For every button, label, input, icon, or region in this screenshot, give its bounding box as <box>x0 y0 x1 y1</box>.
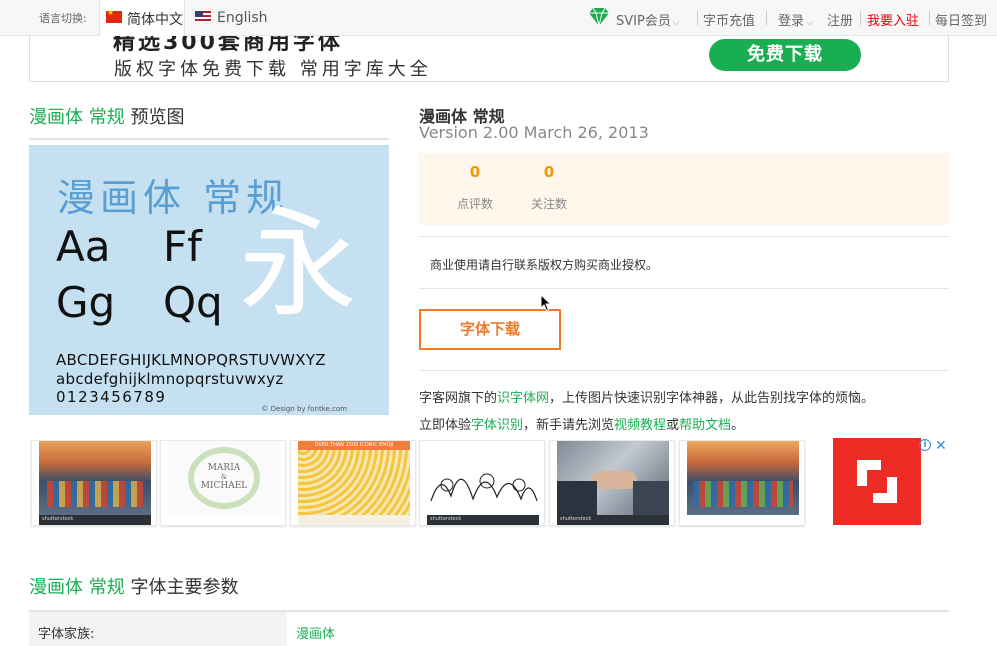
ad-strip: shutterstock MARIA & MICHAEL OVER THAN 1… <box>29 438 949 530</box>
preview-glyph-gg: Gg <box>56 278 116 327</box>
language-switch-label: 语言切换: <box>39 12 87 25</box>
follows-stat[interactable]: 0 关注数 <box>519 163 579 212</box>
china-flag-icon <box>106 8 122 23</box>
param-value-link[interactable]: 漫画体 <box>296 623 335 642</box>
font-preview-image: 漫画体 常规 Aa Ff Gg Qq 永 ABCDEFGHIJKLMNOPQRS… <box>29 145 389 415</box>
ad-image-wedding[interactable]: MARIA & MICHAEL <box>160 440 286 526</box>
preview-lowercase: abcdefghijklmnopqrstuvwxyz <box>56 370 284 388</box>
coin-recharge-link[interactable]: 字币充值 <box>703 10 755 29</box>
register-link[interactable]: 注册 <box>827 10 853 29</box>
param-row-family: 字体家族: 漫画体 <box>29 612 949 646</box>
preview-section-title: 漫画体 常规 预览图 <box>29 107 185 128</box>
login-link[interactable]: 登录 ⌵ <box>778 10 813 29</box>
divider <box>419 288 949 289</box>
stats-panel: 0 点评数 0 关注数 <box>419 153 949 225</box>
top-bar: 语言切换: 简体中文 English SVIP会员⌵ 字币充值 登录⌵ 注册 我… <box>0 0 997 36</box>
preview-uppercase: ABCDEFGHIJKLMNOPQRSTUVWXYZ <box>56 351 326 369</box>
preview-glyph-ff: Ff <box>163 222 202 271</box>
param-key: 字体家族: <box>29 612 287 646</box>
ad-image-handshake[interactable]: shutterstock <box>549 440 675 526</box>
ad-close-icon[interactable]: ✕ <box>935 438 947 454</box>
params-section-title: 漫画体 常规 字体主要参数 <box>29 577 239 598</box>
language-chinese[interactable]: 简体中文 <box>99 0 185 36</box>
ad-wedding-text-3: MICHAEL <box>200 481 248 491</box>
reviews-stat[interactable]: 0 点评数 <box>445 163 505 212</box>
font-recognition-link[interactable]: 字体识别 <box>471 418 523 433</box>
ad-emoji-banner: OVER THAN 1500 ICONIC EMOJI <box>298 441 410 450</box>
ad-image-emoji[interactable]: OVER THAN 1500 ICONIC EMOJI <box>290 440 416 526</box>
license-note: 商业使用请自行联系版权方购买商业授权。 <box>430 258 659 272</box>
diamond-icon <box>589 7 609 27</box>
chevron-down-icon: ⌵ <box>806 18 813 28</box>
us-flag-icon <box>195 11 211 23</box>
video-tutorial-link[interactable]: 视频教程 <box>614 418 666 433</box>
language-english-label: English <box>217 10 268 26</box>
font-version: Version 2.00 March 26, 2013 <box>419 123 649 142</box>
banner-subline: 版权字体免费下载 常用字库大全 <box>114 59 432 80</box>
ad-wedding-text-2: & <box>220 473 228 481</box>
svip-link[interactable]: SVIP会员 ⌵ <box>616 10 680 29</box>
divider <box>29 138 389 140</box>
chevron-down-icon: ⌵ <box>672 18 680 28</box>
preview-credit: © Design by fontke.com <box>261 405 347 413</box>
reviews-count: 0 <box>469 163 481 181</box>
preview-digits: 0123456789 <box>56 388 167 406</box>
help-docs-link[interactable]: 帮助文档 <box>679 418 731 433</box>
banner-download-button[interactable]: 免费下载 <box>709 39 861 71</box>
ad-info-icon[interactable]: i <box>919 439 931 451</box>
shitiwang-link[interactable]: 识字体网 <box>497 391 549 406</box>
font-download-button[interactable]: 字体下载 <box>419 309 561 350</box>
ad-image-port[interactable]: shutterstock <box>31 440 157 526</box>
promo-line-1: 字客网旗下的识字体网，上传图片快速识别字体神器，从此告别找字体的烦恼。 <box>419 391 875 406</box>
banner-headline: 精选300套商用字体 <box>113 36 343 55</box>
mouse-cursor-icon <box>540 294 552 312</box>
follows-count: 0 <box>543 163 555 181</box>
preview-glyph-yong: 永 <box>239 195 358 333</box>
join-link[interactable]: 我要入驻 <box>867 10 919 29</box>
language-chinese-label: 简体中文 <box>127 12 183 28</box>
divider <box>419 236 949 237</box>
ad-image-port-2[interactable] <box>679 440 805 526</box>
reviews-label: 点评数 <box>456 197 493 211</box>
follows-label: 关注数 <box>530 197 567 211</box>
promo-line-2: 立即体验字体识别，新手请先浏览视频教程或帮助文档。 <box>419 418 745 433</box>
preview-glyph-qq: Qq <box>163 278 223 327</box>
shutterstock-logo[interactable] <box>833 438 921 525</box>
divider <box>419 370 949 371</box>
ad-wedding-text-1: MARIA <box>207 463 241 473</box>
preview-glyph-aa: Aa <box>56 222 111 271</box>
daily-checkin-link[interactable]: 每日签到 <box>935 10 987 29</box>
banner-ad[interactable]: 精选300套商用字体 版权字体免费下载 常用字库大全 免费下载 <box>29 36 949 82</box>
ad-image-doodle[interactable]: shutterstock <box>419 440 545 526</box>
